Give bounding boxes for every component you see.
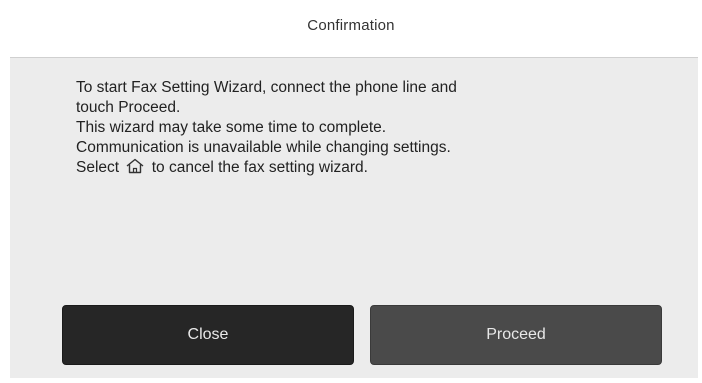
dialog-title: Confirmation	[307, 16, 395, 34]
proceed-button-label: Proceed	[486, 326, 546, 343]
message-line-4: Communication is unavailable while chang…	[76, 139, 451, 156]
home-icon	[126, 158, 144, 174]
close-button[interactable]: Close	[62, 305, 354, 365]
message-line-2: touch Proceed.	[76, 99, 181, 116]
message-line-5-suffix: to cancel the fax setting wizard.	[151, 159, 368, 176]
message-line-3: This wizard may take some time to comple…	[76, 119, 387, 136]
message-line-5-prefix: Select	[76, 159, 120, 176]
proceed-button[interactable]: Proceed	[370, 305, 662, 365]
confirmation-message: To start Fax Setting Wizard, connect the…	[76, 78, 666, 178]
close-button-label: Close	[187, 326, 229, 343]
dialog-title-bar: Confirmation	[0, 0, 702, 50]
dialog-body: To start Fax Setting Wizard, connect the…	[10, 57, 698, 378]
message-line-5: Select to cancel the fax setting wizard.	[76, 158, 666, 178]
message-line-1: To start Fax Setting Wizard, connect the…	[76, 79, 457, 96]
